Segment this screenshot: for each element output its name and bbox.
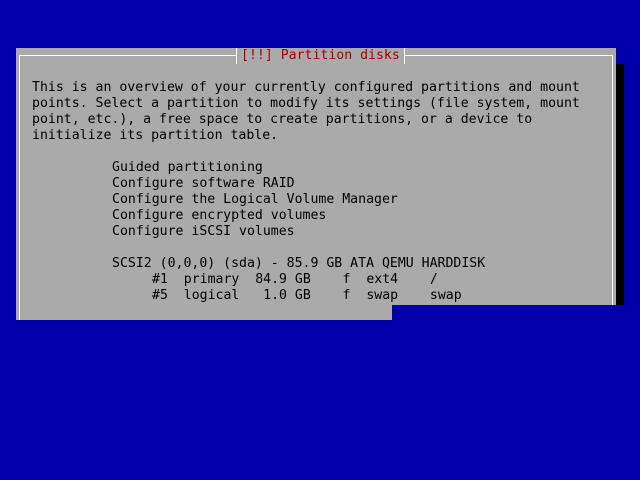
intro-line-1: This is an overview of your currently co… xyxy=(32,80,580,95)
menu-item-configure-iscsi-volumes[interactable]: Configure iSCSI volumes xyxy=(112,224,295,240)
redraw-artifact xyxy=(392,305,624,321)
menu-item-configure-encrypted-volumes[interactable]: Configure encrypted volumes xyxy=(112,208,326,224)
menu-item-configure-software-raid[interactable]: Configure software RAID xyxy=(112,176,295,192)
dialog-shadow xyxy=(616,64,624,320)
menu-item-guided-partitioning[interactable]: Guided partitioning xyxy=(112,160,263,176)
partition-entry-5[interactable]: #5 logical 1.0 GB f swap swap xyxy=(152,288,462,304)
dialog-title: [!!] Partition disks xyxy=(236,48,405,64)
intro-line-3: point, etc.), a free space to create par… xyxy=(32,112,533,127)
disk-sda-entry[interactable]: SCSI2 (0,0,0) (sda) - 85.9 GB ATA QEMU H… xyxy=(112,256,485,272)
intro-line-4: initialize its partition table. xyxy=(32,128,279,143)
menu-item-configure-lvm[interactable]: Configure the Logical Volume Manager xyxy=(112,192,398,208)
partition-entry-1[interactable]: #1 primary 84.9 GB f ext4 / xyxy=(152,272,438,288)
intro-line-2: points. Select a partition to modify its… xyxy=(32,96,580,111)
partition-disks-dialog: [!!] Partition disks This is an overview… xyxy=(16,48,616,320)
installer-screen: [!!] Partition disks This is an overview… xyxy=(0,0,640,480)
